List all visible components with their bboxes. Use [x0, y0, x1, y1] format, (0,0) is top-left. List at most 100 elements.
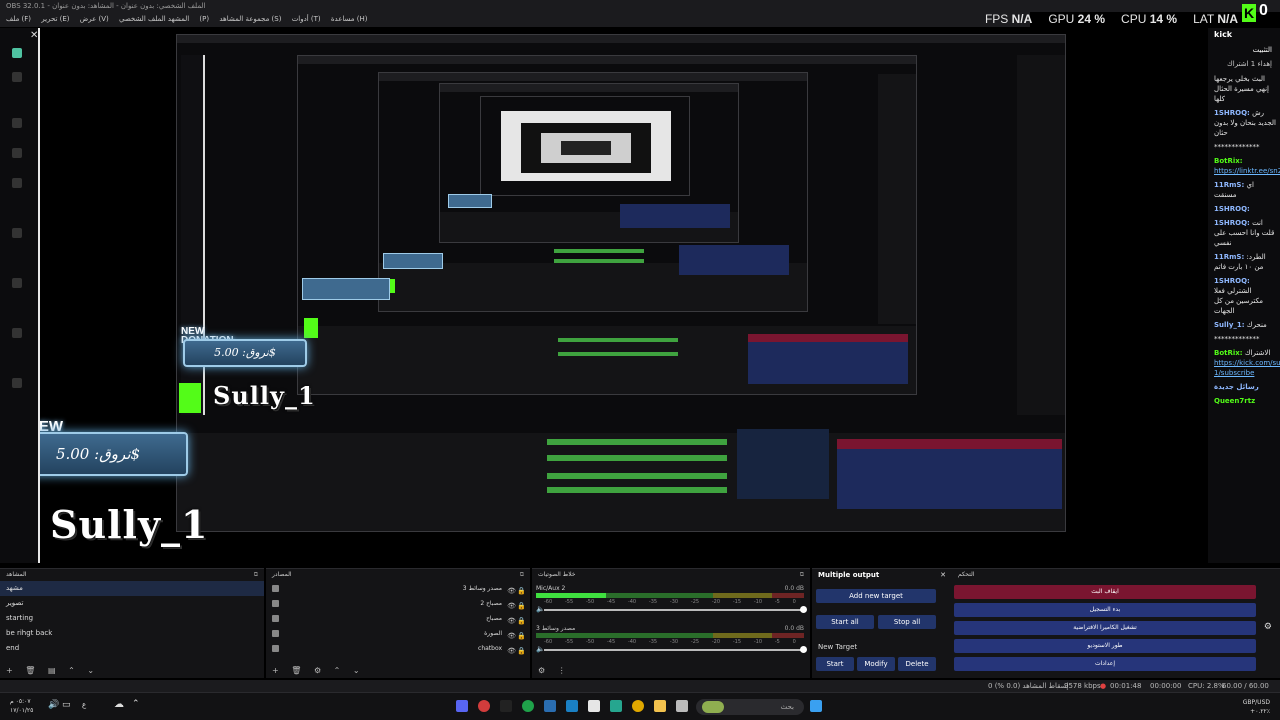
volume-slider[interactable]	[544, 606, 807, 613]
menu-profile[interactable]: الملف الشخصي (P)	[119, 15, 209, 23]
dock-options-icon[interactable]: ⧉	[800, 569, 804, 581]
start-all-button[interactable]: Start all	[816, 615, 874, 629]
start-virtual-camera-button[interactable]: تشغيل الكاميرا الافتراضية	[954, 621, 1256, 635]
windows-start-icon[interactable]	[810, 700, 822, 712]
obs-icon[interactable]	[478, 700, 490, 712]
source-item[interactable]: مصباح 2 👁 🔒	[266, 596, 530, 611]
meter-tick-label: -10	[753, 599, 763, 605]
app-icon[interactable]	[610, 700, 622, 712]
task-view-icon[interactable]	[676, 700, 688, 712]
obs-preview[interactable]: NEWDONATION نروق: 5.00$ Sully_1 NEWDONAT…	[40, 28, 1208, 568]
stop-streaming-button[interactable]: ايقاف البث	[954, 585, 1256, 599]
add-source-icon[interactable]: +	[272, 666, 279, 675]
file-explorer-icon[interactable]	[654, 700, 666, 712]
panel-icon[interactable]	[12, 278, 22, 288]
currency-widget[interactable]: GBP/USD +٠.٢٢٪	[1243, 698, 1270, 716]
chat-username[interactable]: 1SHROQ:	[1214, 277, 1250, 285]
app-icon[interactable]	[566, 700, 578, 712]
chrome-icon[interactable]	[632, 700, 644, 712]
volume-slider[interactable]	[544, 646, 807, 653]
chat-username[interactable]: 1SHROQ:	[1214, 219, 1250, 227]
scene-item[interactable]: end	[0, 641, 264, 656]
more-options-icon[interactable]: ⋮	[558, 666, 566, 675]
xbox-icon[interactable]	[522, 700, 534, 712]
meter-tick-label: -15	[732, 639, 742, 645]
send-icon[interactable]	[12, 48, 22, 58]
target-start-button[interactable]: Start	[816, 657, 854, 671]
scene-item[interactable]: starting	[0, 611, 264, 626]
steam-icon[interactable]	[544, 700, 556, 712]
panel-icon[interactable]	[12, 178, 22, 188]
chat-username[interactable]: 1SHROQ:	[1214, 205, 1250, 213]
move-up-icon[interactable]: ⌃	[334, 666, 341, 675]
panel-icon[interactable]	[12, 378, 22, 388]
volume-slider-knob[interactable]	[800, 646, 807, 653]
meter-tick-label: -5	[774, 639, 780, 645]
clock[interactable]: ٠٥:٠٧ م ١٧/٠١/٢٥	[10, 697, 33, 715]
menu-help[interactable]: مساعدة (H)	[331, 15, 368, 23]
chat-username[interactable]: 1SHROQ:	[1214, 109, 1250, 117]
source-item[interactable]: مصدر وسائط 3 👁 🔒	[266, 581, 530, 596]
studio-mode-button[interactable]: طور الاستوديو	[954, 639, 1256, 653]
panel-icon[interactable]	[12, 328, 22, 338]
chat-link[interactable]: https://linktr.ee/sn2.s	[1214, 166, 1280, 176]
add-new-target-button[interactable]: Add new target	[816, 589, 936, 603]
chat-username[interactable]: 11RmS:	[1214, 253, 1244, 261]
chat-username[interactable]: رسائل جديدة	[1214, 383, 1259, 391]
start-recording-button[interactable]: بدء التسجيل	[954, 603, 1256, 617]
advanced-audio-icon[interactable]: ⚙	[538, 666, 545, 675]
network-icon[interactable]: ▭	[62, 700, 71, 710]
menu-view[interactable]: عرض (V)	[80, 15, 109, 23]
tiktok-icon[interactable]	[500, 700, 512, 712]
source-item[interactable]: الصورة 👁 🔒	[266, 626, 530, 641]
source-type-icon	[272, 630, 279, 637]
cloud-icon[interactable]: ☁	[114, 699, 124, 710]
panel-icon[interactable]	[12, 148, 22, 158]
menu-tools[interactable]: أدوات (T)	[292, 15, 321, 23]
close-icon[interactable]: ✕	[30, 30, 38, 41]
chat-username[interactable]: BotRix:	[1214, 157, 1243, 165]
add-scene-icon[interactable]: +	[6, 666, 13, 675]
menu-edit[interactable]: تحرير (E)	[41, 15, 69, 23]
scene-item[interactable]: مشهد	[0, 581, 264, 596]
chat-username[interactable]: Sully_1:	[1214, 321, 1245, 329]
chat-username[interactable]: Queen7rtz	[1214, 397, 1255, 405]
filters-icon[interactable]: ▤	[48, 666, 56, 675]
visibility-icon[interactable]: 👁	[507, 644, 516, 659]
chat-username[interactable]: 11RmS:	[1214, 181, 1244, 189]
volume-icon[interactable]: 🔊	[48, 700, 59, 710]
source-item[interactable]: chatbox 👁 🔒	[266, 641, 530, 656]
move-down-icon[interactable]: ⌄	[87, 666, 94, 675]
menu-scene-collection[interactable]: مجموعة المشاهد (S)	[219, 15, 281, 23]
scene-item[interactable]: تصوير	[0, 596, 264, 611]
remove-scene-icon[interactable]: 🗑	[25, 666, 35, 675]
menu-scene[interactable]: المشهد	[168, 15, 189, 23]
lock-icon[interactable]: 🔒	[517, 644, 526, 659]
chat-link[interactable]: https://kick.com/sully-1/subscribe	[1214, 358, 1280, 378]
photos-icon[interactable]	[588, 700, 600, 712]
source-item[interactable]: مصباح 👁 🔒	[266, 611, 530, 626]
target-modify-button[interactable]: Modify	[857, 657, 895, 671]
scene-item[interactable]: be rihgt back	[0, 626, 264, 641]
volume-slider-knob[interactable]	[800, 606, 807, 613]
language-indicator[interactable]: ع	[82, 701, 86, 709]
source-properties-icon[interactable]: ⚙	[314, 666, 321, 675]
close-icon[interactable]: ✕	[940, 569, 946, 581]
remove-source-icon[interactable]: 🗑	[291, 666, 301, 675]
menu-file[interactable]: ملف (F)	[6, 15, 31, 23]
panel-icon[interactable]	[12, 228, 22, 238]
settings-button[interactable]: إعدادات	[954, 657, 1256, 671]
gamepad-icon[interactable]	[12, 72, 22, 82]
move-down-icon[interactable]: ⌄	[353, 666, 360, 675]
move-up-icon[interactable]: ⌃	[68, 666, 75, 675]
stop-all-button[interactable]: Stop all	[878, 615, 936, 629]
tray-overflow-icon[interactable]: ⌃	[132, 699, 140, 709]
dock-options-icon[interactable]: ⧉	[520, 569, 524, 581]
virtual-camera-settings-icon[interactable]: ⚙	[1264, 622, 1272, 632]
taskbar-search[interactable]: بحث	[696, 699, 804, 715]
panel-icon[interactable]	[12, 118, 22, 128]
dock-options-icon[interactable]: ⧉	[254, 569, 258, 581]
target-delete-button[interactable]: Delete	[898, 657, 936, 671]
chat-username[interactable]: BotRix:	[1214, 349, 1243, 357]
discord-icon[interactable]	[456, 700, 468, 712]
